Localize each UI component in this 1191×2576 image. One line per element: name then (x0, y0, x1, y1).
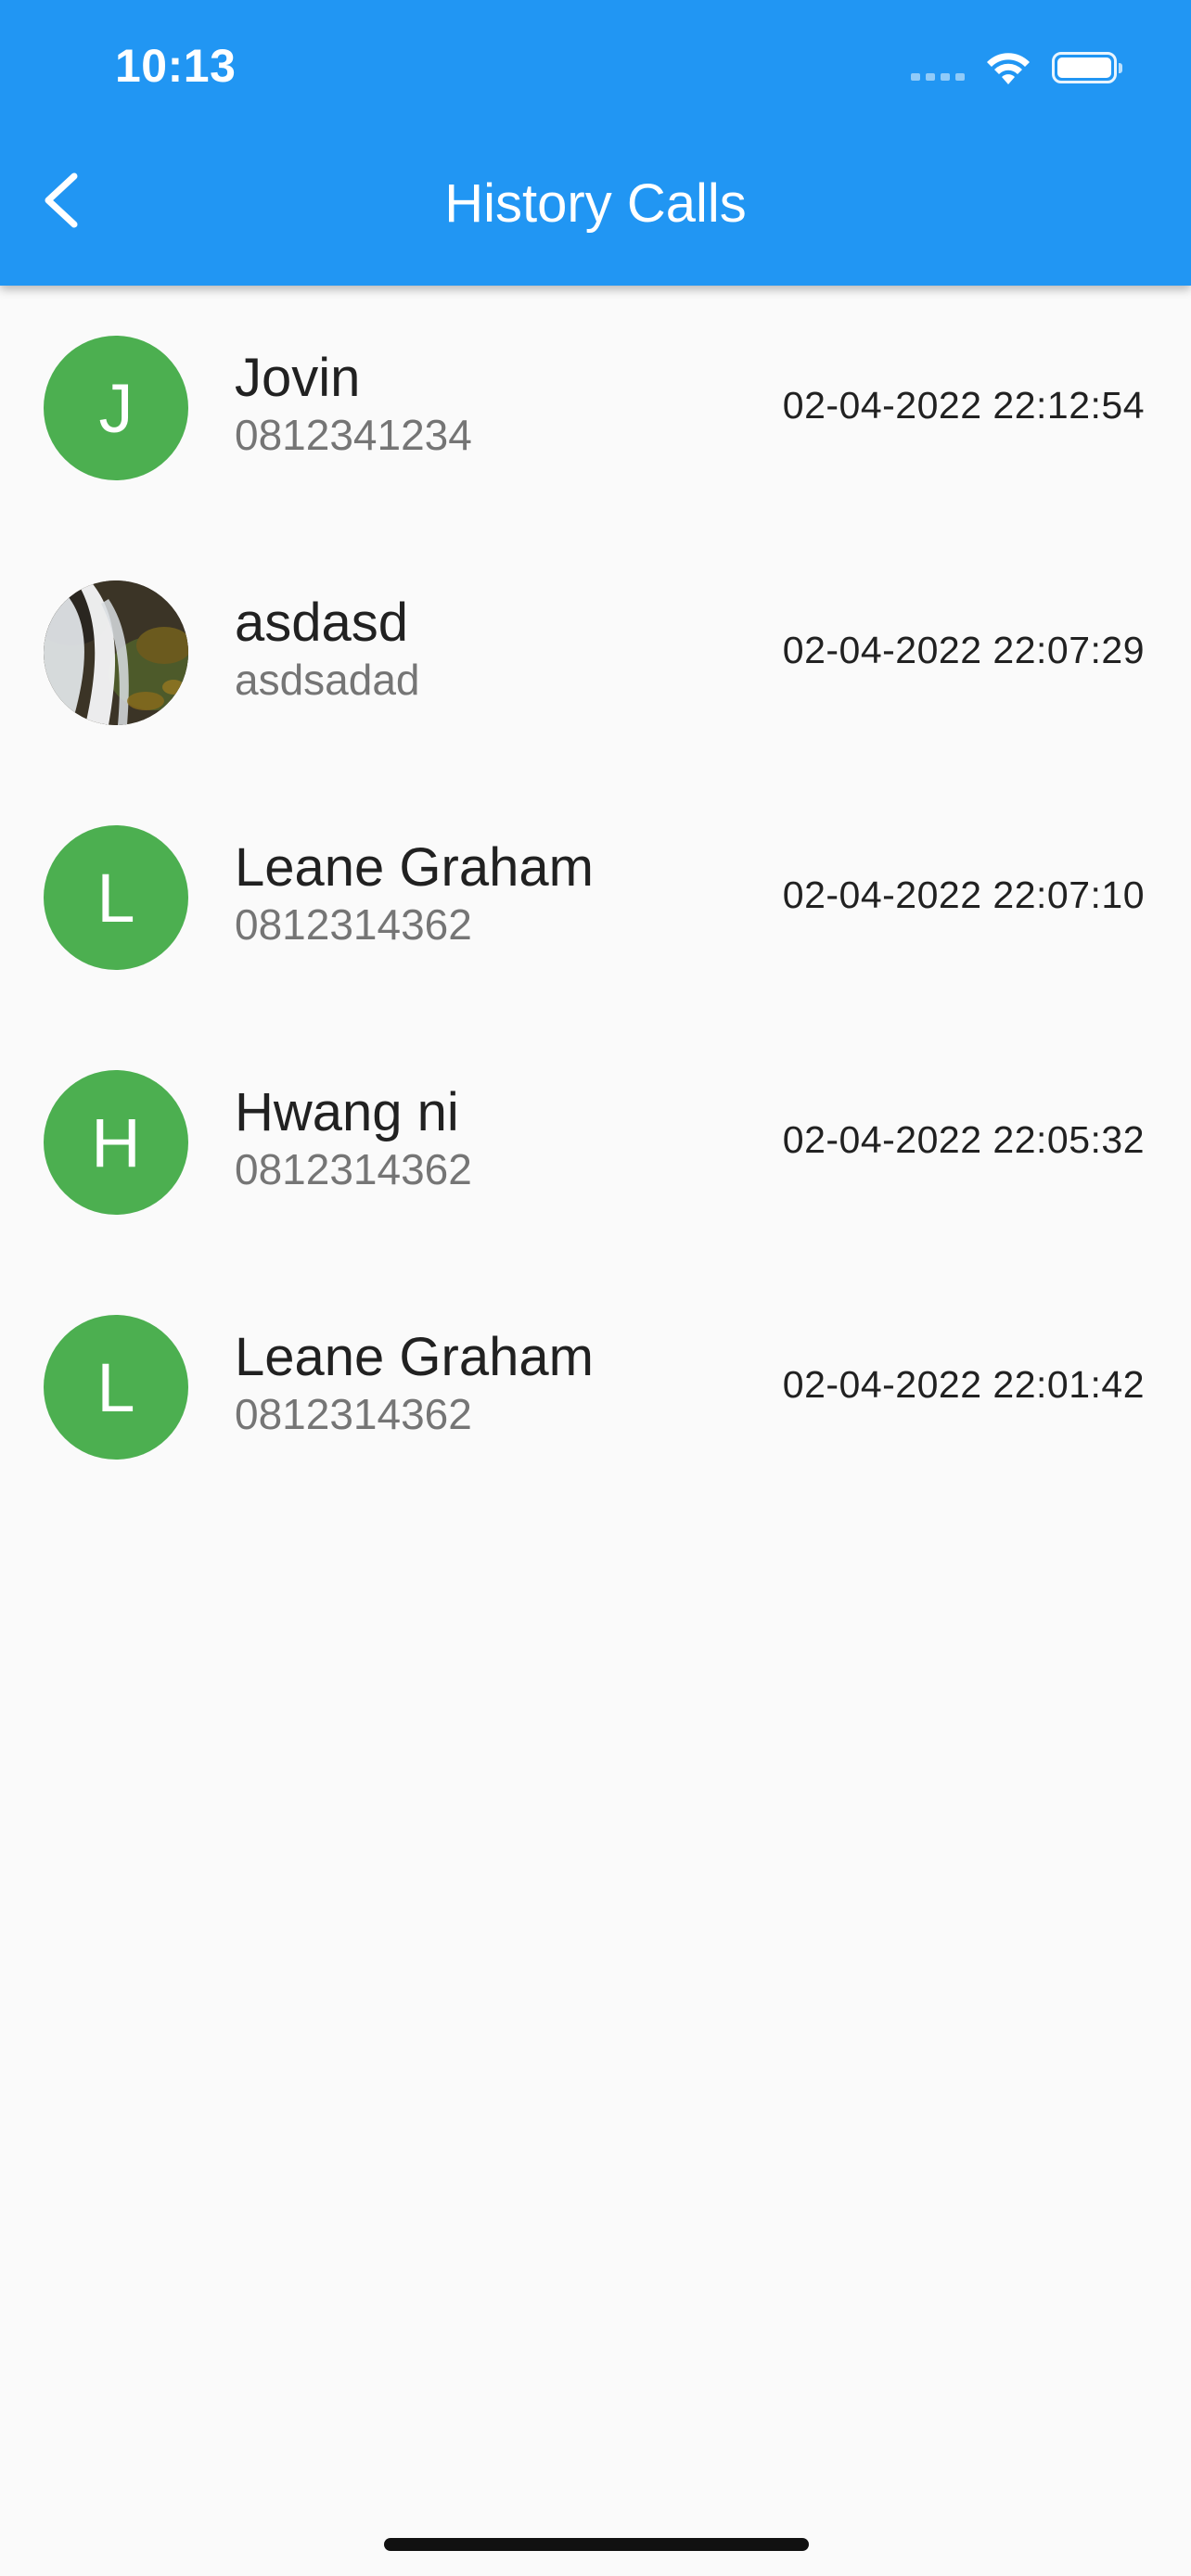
avatar-initial: L (96, 1348, 135, 1426)
avatar-photo (44, 580, 188, 725)
call-timestamp: 02-04-2022 22:07:10 (782, 874, 1145, 916)
signal-icon (911, 49, 965, 86)
call-history-item[interactable]: H Hwang ni 0812314362 02-04-2022 22:05:3… (0, 1020, 1191, 1265)
wifi-icon (987, 53, 1030, 84)
waterfall-photo-icon (44, 580, 188, 725)
contact-number: 0812341234 (235, 411, 472, 459)
contact-name: asdasd (235, 593, 409, 653)
status-time: 10:13 (115, 40, 237, 92)
call-timestamp: 02-04-2022 22:12:54 (782, 384, 1145, 427)
avatar: L (44, 1315, 188, 1460)
call-timestamp: 02-04-2022 22:01:42 (782, 1363, 1145, 1406)
contact-number: asdsadad (235, 656, 420, 704)
page-title: History Calls (444, 173, 747, 234)
avatar: J (44, 336, 188, 480)
call-history-item[interactable]: asdasd asdsadad 02-04-2022 22:07:29 (0, 530, 1191, 775)
call-history-item[interactable]: L Leane Graham 0812314362 02-04-2022 22:… (0, 1265, 1191, 1510)
call-history-item[interactable]: J Jovin 0812341234 02-04-2022 22:12:54 (0, 286, 1191, 530)
contact-name: Leane Graham (235, 1327, 594, 1387)
call-history-item[interactable]: L Leane Graham 0812314362 02-04-2022 22:… (0, 775, 1191, 1020)
status-icons (911, 45, 1122, 91)
call-timestamp: 02-04-2022 22:07:29 (782, 629, 1145, 671)
avatar: H (44, 1070, 188, 1215)
app-bar: 10:13 History Calls (0, 0, 1191, 286)
contact-name: Jovin (235, 348, 361, 408)
avatar-initial: J (98, 369, 134, 447)
contact-number: 0812314362 (235, 1145, 472, 1193)
home-indicator[interactable] (384, 2538, 809, 2551)
avatar-initial: L (96, 859, 135, 937)
avatar: L (44, 825, 188, 970)
avatar-initial: H (91, 1103, 141, 1181)
call-history-list: J Jovin 0812341234 02-04-2022 22:12:54 a… (0, 286, 1191, 1510)
call-timestamp: 02-04-2022 22:05:32 (782, 1118, 1145, 1161)
contact-number: 0812314362 (235, 900, 472, 949)
contact-name: Leane Graham (235, 837, 594, 898)
contact-name: Hwang ni (235, 1082, 459, 1142)
battery-icon (1052, 52, 1122, 83)
contact-number: 0812314362 (235, 1390, 472, 1438)
